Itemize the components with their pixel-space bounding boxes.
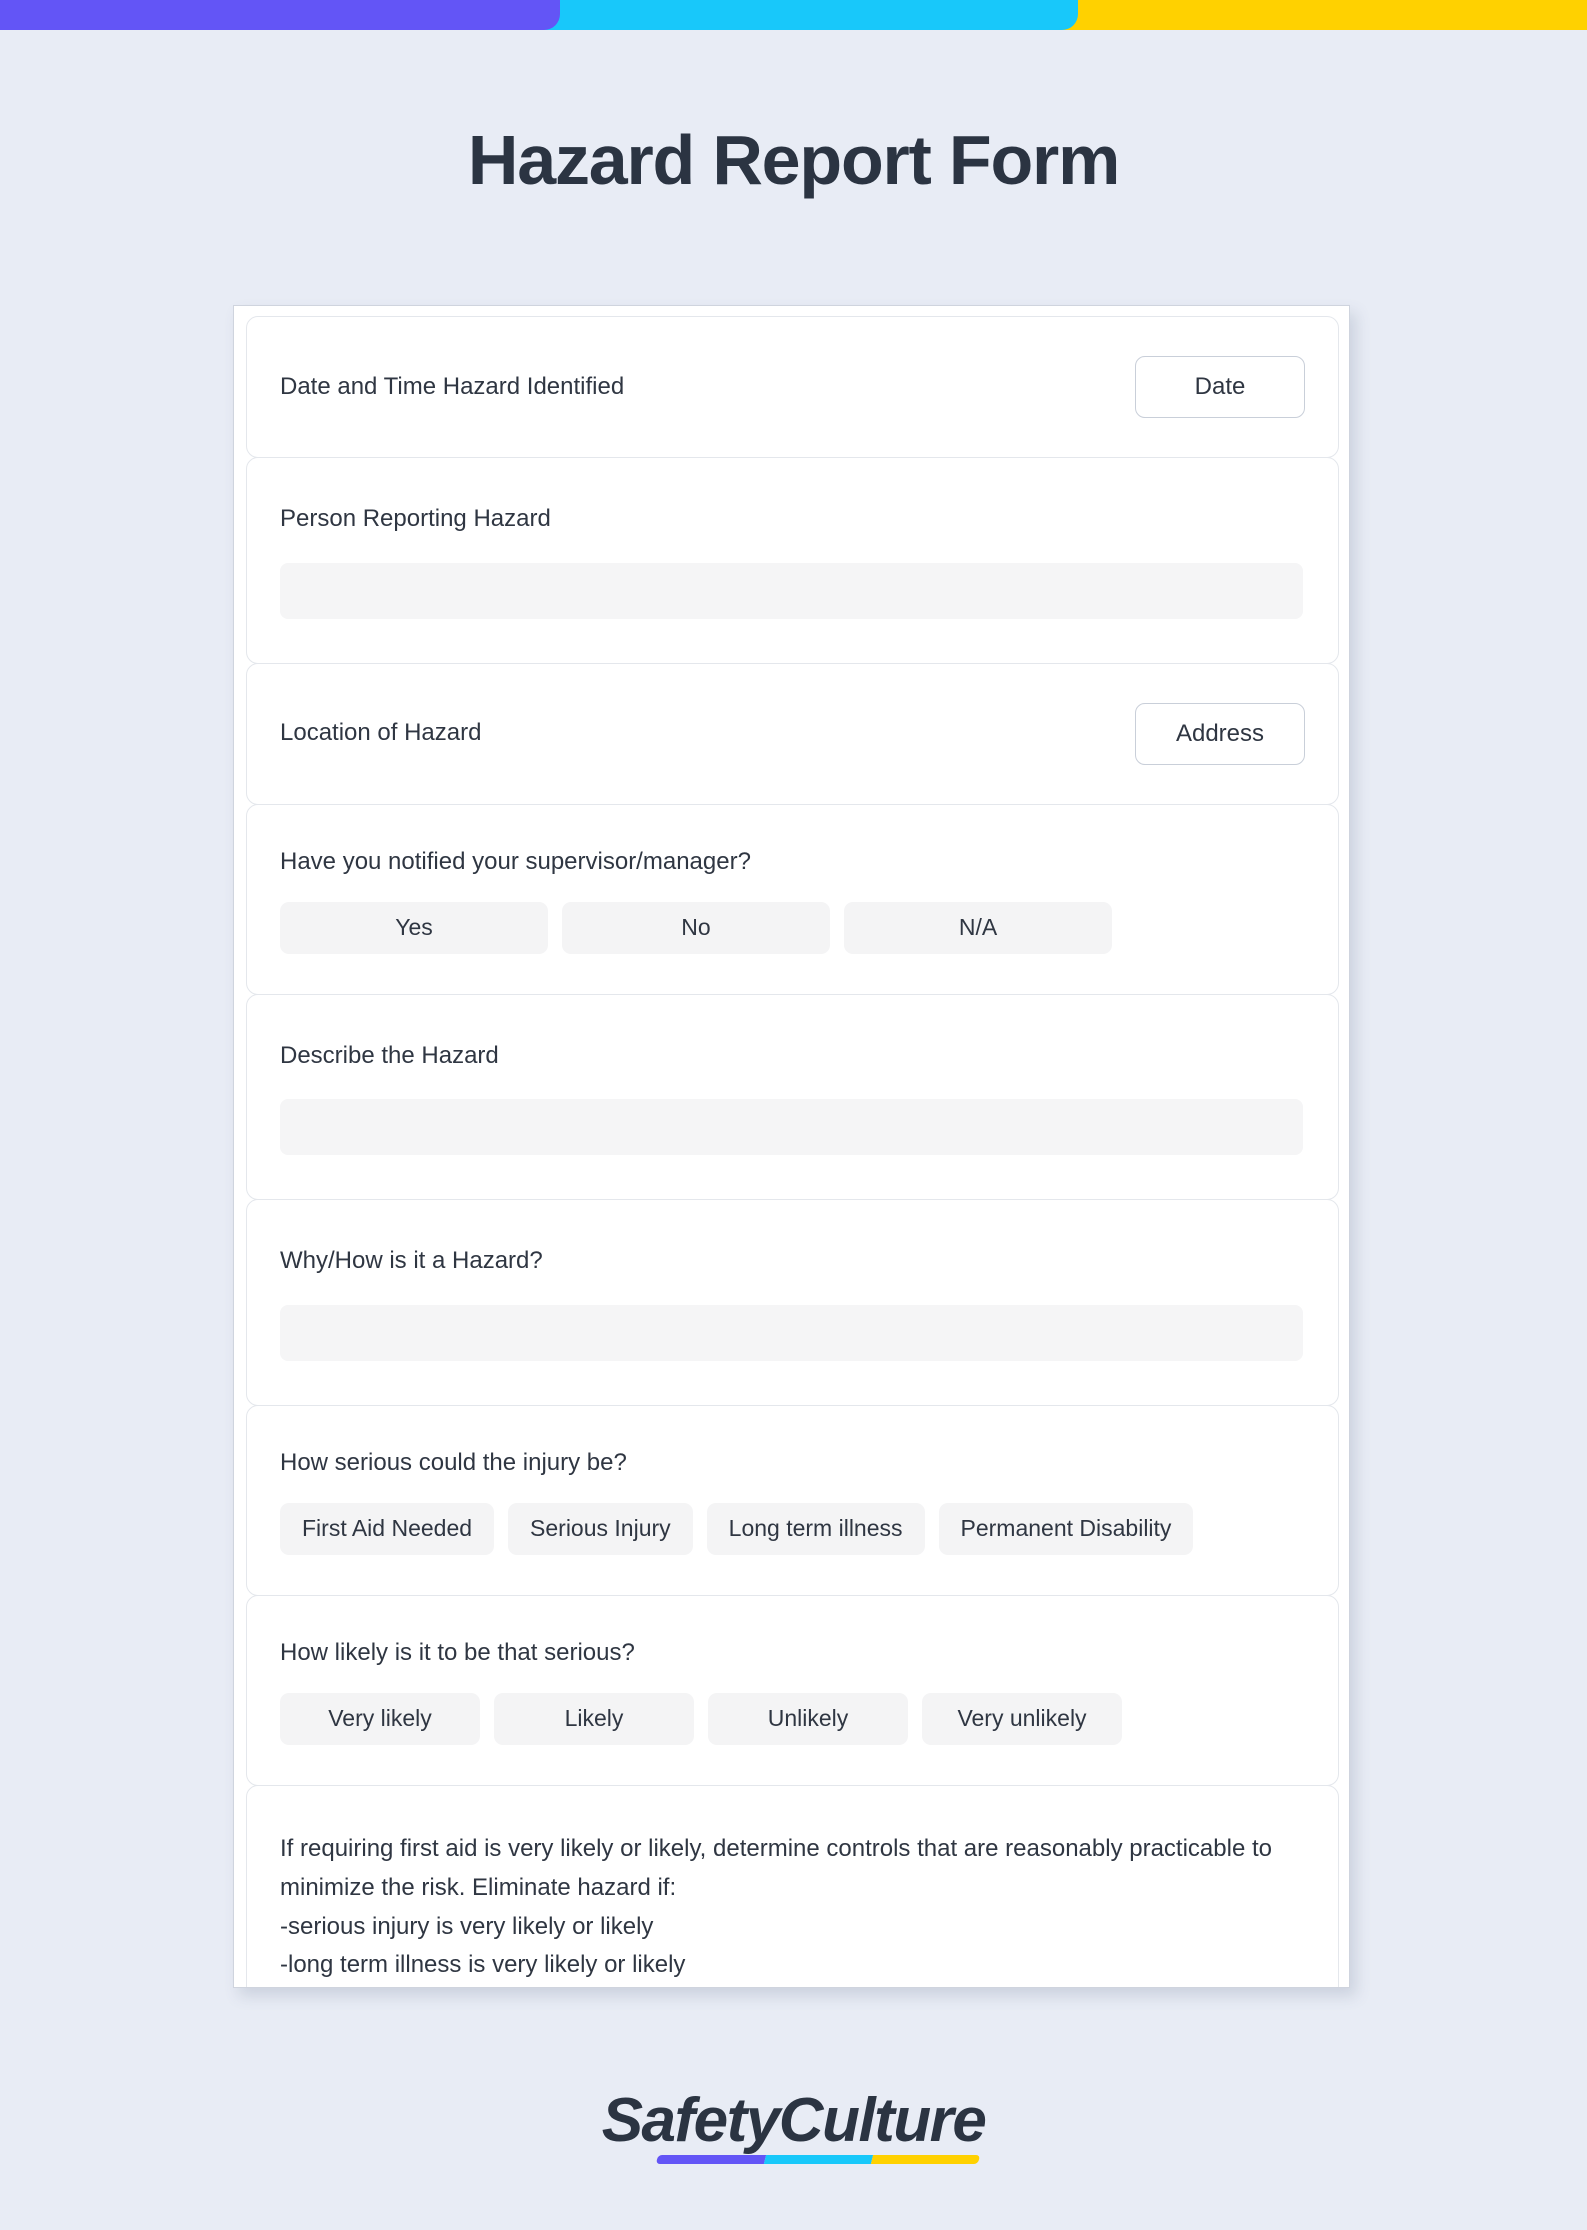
field-label-person-reporting: Person Reporting Hazard <box>280 502 1305 537</box>
form-container: Date and Time Hazard Identified Date Per… <box>233 305 1350 1988</box>
field-label-supervisor-notified: Have you notified your supervisor/manage… <box>280 845 1305 880</box>
choice-option-serious-injury[interactable]: Serious Injury <box>508 1503 693 1555</box>
field-label-describe-hazard: Describe the Hazard <box>280 1039 1305 1074</box>
choice-group-supervisor-notified: Yes No N/A <box>280 902 1305 954</box>
choice-option-unlikely[interactable]: Unlikely <box>708 1693 908 1745</box>
field-label-likelihood: How likely is it to be that serious? <box>280 1636 1305 1671</box>
logo-underline-cyan <box>764 2155 873 2164</box>
choice-option-likely[interactable]: Likely <box>494 1693 694 1745</box>
field-row: Date and Time Hazard Identified Date <box>280 317 1305 457</box>
field-card-describe-hazard: Describe the Hazard <box>246 994 1339 1201</box>
why-how-hazard-input[interactable] <box>280 1305 1303 1361</box>
choice-option-na[interactable]: N/A <box>844 902 1112 954</box>
choice-option-first-aid-needed[interactable]: First Aid Needed <box>280 1503 494 1555</box>
field-label-location: Location of Hazard <box>280 716 481 751</box>
top-color-bar <box>0 0 1587 30</box>
topbar-segment-purple <box>0 0 560 30</box>
date-button[interactable]: Date <box>1135 356 1305 418</box>
choice-group-injury-severity: First Aid Needed Serious Injury Long ter… <box>280 1503 1305 1555</box>
field-card-likelihood: How likely is it to be that serious? Ver… <box>246 1595 1339 1786</box>
field-card-supervisor-notified: Have you notified your supervisor/manage… <box>246 804 1339 995</box>
field-card-location: Location of Hazard Address <box>246 663 1339 805</box>
guidance-note-line-2: -serious injury is very likely or likely <box>280 1908 1305 1947</box>
topbar-segment-cyan <box>544 0 1078 30</box>
page-root: Hazard Report Form Date and Time Hazard … <box>0 0 1587 2230</box>
logo-underline-yellow <box>871 2155 980 2164</box>
field-card-injury-severity: How serious could the injury be? First A… <box>246 1405 1339 1596</box>
field-label-why-how-hazard: Why/How is it a Hazard? <box>280 1244 1305 1279</box>
field-label-date-time: Date and Time Hazard Identified <box>280 370 624 405</box>
describe-hazard-input[interactable] <box>280 1099 1303 1155</box>
choice-option-permanent-disability[interactable]: Permanent Disability <box>939 1503 1194 1555</box>
choice-option-very-likely[interactable]: Very likely <box>280 1693 480 1745</box>
field-label-injury-severity: How serious could the injury be? <box>280 1446 1305 1481</box>
address-button[interactable]: Address <box>1135 703 1305 765</box>
person-reporting-input[interactable] <box>280 563 1303 619</box>
logo-wrapper: SafetyCulture <box>602 2090 986 2152</box>
page-title: Hazard Report Form <box>0 120 1587 200</box>
guidance-note-line-4: -permanent disability is very likely, li… <box>280 1985 1305 1988</box>
field-card-date-time: Date and Time Hazard Identified Date <box>246 316 1339 458</box>
footer-logo: SafetyCulture <box>0 2090 1587 2152</box>
guidance-note-line-1: If requiring first aid is very likely or… <box>280 1830 1305 1908</box>
field-card-why-how-hazard: Why/How is it a Hazard? <box>246 1199 1339 1406</box>
topbar-segment-yellow <box>1062 0 1587 30</box>
logo-underline-purple <box>656 2155 766 2164</box>
field-row: Location of Hazard Address <box>280 664 1305 804</box>
choice-option-long-term-illness[interactable]: Long term illness <box>707 1503 925 1555</box>
guidance-note-line-3: -long term illness is very likely or lik… <box>280 1946 1305 1985</box>
field-card-person-reporting: Person Reporting Hazard <box>246 457 1339 664</box>
form-card-list: Date and Time Hazard Identified Date Per… <box>246 316 1350 1988</box>
choice-option-no[interactable]: No <box>562 902 830 954</box>
choice-option-yes[interactable]: Yes <box>280 902 548 954</box>
logo-underline-icon <box>656 2155 980 2164</box>
choice-option-very-unlikely[interactable]: Very unlikely <box>922 1693 1122 1745</box>
logo-wordmark: SafetyCulture <box>602 2086 986 2155</box>
choice-group-likelihood: Very likely Likely Unlikely Very unlikel… <box>280 1693 1305 1745</box>
guidance-note-card: If requiring first aid is very likely or… <box>246 1785 1339 1988</box>
